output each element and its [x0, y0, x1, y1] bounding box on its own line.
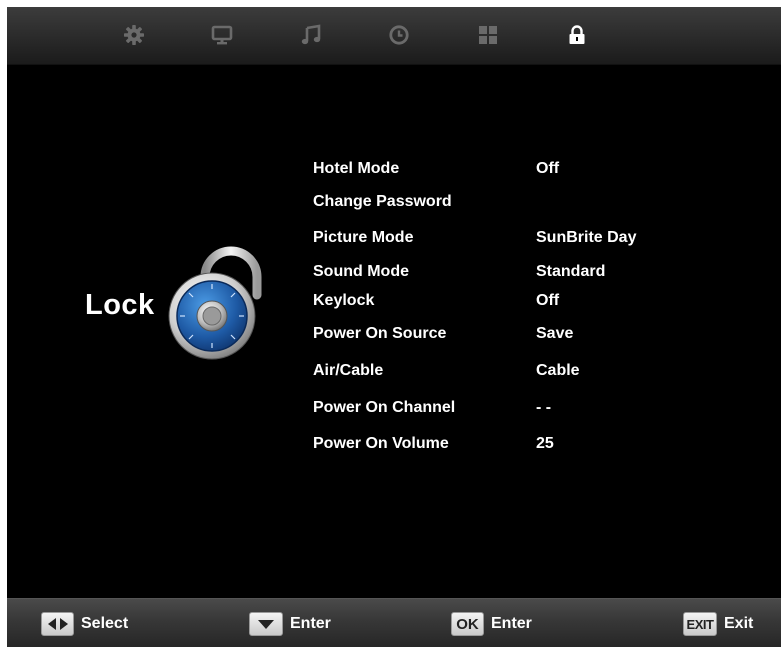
menu-item-value: - - — [536, 399, 552, 416]
hint-enter-ok: OK Enter — [451, 612, 532, 636]
menu-item-value: 25 — [536, 435, 554, 452]
menu-item-value: Standard — [536, 263, 606, 280]
menu-item-label: Hotel Mode — [313, 160, 400, 177]
menu-item-label: Power On Source — [313, 325, 447, 342]
down-arrow-icon — [249, 612, 283, 636]
page-title: Lock — [85, 289, 155, 321]
exit-key-icon: EXIT — [683, 612, 717, 636]
tab-time[interactable] — [385, 21, 413, 49]
menu-item-keylock[interactable]: Keylock Off — [313, 290, 733, 316]
left-right-arrows-icon — [41, 612, 74, 636]
menu-item-sound-mode[interactable]: Sound Mode Standard — [313, 261, 733, 287]
menu-item-air-cable[interactable]: Air/Cable Cable — [313, 360, 733, 386]
hint-select: Select — [41, 612, 128, 636]
menu-item-label: Air/Cable — [313, 362, 384, 379]
menu-item-change-password[interactable]: Change Password — [313, 191, 733, 217]
menu-item-power-on-channel[interactable]: Power On Channel - - — [313, 397, 733, 423]
hint-enter-down: Enter — [249, 612, 331, 636]
menu-item-label: Keylock — [313, 292, 375, 309]
menu-item-label: Picture Mode — [313, 229, 414, 246]
music-note-icon — [300, 24, 322, 46]
hint-exit: EXIT Exit — [683, 612, 753, 636]
gear-icon — [123, 24, 145, 46]
category-tab-bar — [7, 7, 781, 65]
menu-item-value: SunBrite Day — [536, 229, 637, 246]
hint-enter-label: Enter — [290, 615, 331, 632]
menu-item-label: Sound Mode — [313, 263, 409, 280]
menu-item-power-on-volume[interactable]: Power On Volume 25 — [313, 433, 733, 459]
menu-item-hotel-mode[interactable]: Hotel Mode Off — [313, 158, 733, 184]
hint-enter-ok-label: Enter — [491, 615, 532, 632]
menu-item-value: Cable — [536, 362, 580, 379]
menu-item-label: Change Password — [313, 193, 452, 210]
menu-item-value: Save — [536, 325, 574, 342]
clock-icon — [388, 24, 410, 46]
button-hint-bar: Select Enter OK Enter EXIT Exit — [7, 598, 781, 647]
menu-item-value: Off — [536, 292, 560, 309]
menu-item-power-on-source[interactable]: Power On Source Save — [313, 323, 733, 349]
tab-lock[interactable] — [563, 21, 591, 49]
monitor-icon — [211, 24, 233, 46]
menu-item-label: Power On Channel — [313, 399, 456, 416]
tab-picture[interactable] — [208, 21, 236, 49]
hint-exit-label: Exit — [724, 615, 754, 632]
menu-item-label: Power On Volume — [313, 435, 449, 452]
grid-icon — [477, 24, 499, 46]
lock-icon — [566, 24, 588, 46]
hint-select-label: Select — [81, 615, 129, 632]
ok-key-icon: OK — [451, 612, 484, 636]
padlock-icon — [165, 243, 269, 370]
tv-menu-screen: Lock Hotel Mode Off Change Password Pict… — [7, 7, 781, 647]
tab-options[interactable] — [474, 21, 502, 49]
menu-item-picture-mode[interactable]: Picture Mode SunBrite Day — [313, 227, 733, 253]
menu-item-value: Off — [536, 160, 560, 177]
tab-sound[interactable] — [297, 21, 325, 49]
tab-setup[interactable] — [120, 21, 148, 49]
